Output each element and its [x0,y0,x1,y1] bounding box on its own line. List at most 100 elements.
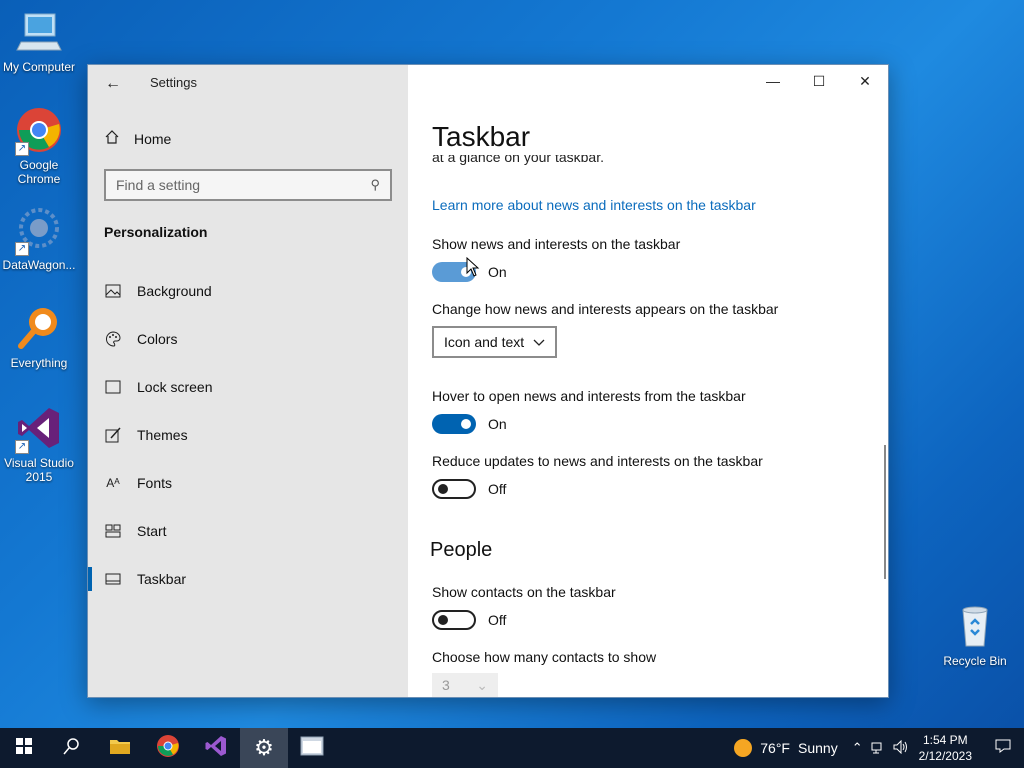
weather-widget[interactable]: 76°F Sunny [734,739,838,757]
taskbar-chrome[interactable] [144,728,192,768]
show-news-label: Show news and interests on the taskbar [432,236,681,252]
sidebar-item-lock-screen[interactable]: Lock screen [88,363,408,411]
contacts-count-label: Choose how many contacts to show [432,649,657,665]
contacts-count-dropdown[interactable]: 3 ⌄ [432,673,498,697]
sidebar-item-fonts[interactable]: Aᴬ Fonts [88,459,408,507]
minimize-button[interactable]: — [750,65,796,97]
folder-icon [109,737,131,760]
contacts-toggle[interactable] [432,610,476,630]
reduce-updates-toggle-row: Off [432,479,506,499]
desktop-icon-label: DataWagon... [2,258,76,272]
sidebar-item-start[interactable]: Start [88,507,408,555]
toggle-state: On [488,416,507,432]
settings-window: ← Settings Home Find a setting ⚲ Persona… [87,64,889,698]
sidebar-item-background[interactable]: Background [88,267,408,315]
sidebar-item-label: Taskbar [137,571,187,587]
shortcut-arrow-icon: ↗ [15,242,29,256]
desktop-icon-google-chrome[interactable]: ↗ Google Chrome [0,106,78,186]
taskbar-file-explorer[interactable] [96,728,144,768]
sun-icon [734,739,753,757]
weather-desc: Sunny [798,740,838,756]
find-setting-input[interactable]: Find a setting ⚲ [104,169,392,201]
everything-search-icon [15,304,63,352]
clock[interactable]: 1:54 PM 2/12/2023 [919,732,972,764]
window-title: Settings [150,75,197,90]
fonts-icon: Aᴬ [106,476,120,490]
notification-button[interactable] [982,739,1024,757]
search-button[interactable] [48,728,96,768]
app-window-icon [300,736,324,761]
background-icon [105,283,121,299]
desktop-icon-visual-studio[interactable]: ↗ Visual Studio 2015 [0,404,78,484]
sidebar-item-label: Background [137,283,212,299]
datawagon-icon: ↗ [15,206,63,256]
desktop-icon-datawagon[interactable]: ↗ DataWagon... [0,206,78,272]
maximize-button[interactable]: ☐ [796,65,842,97]
chevron-up-icon[interactable]: ⌃ [852,740,863,756]
back-arrow-icon: ← [105,75,121,92]
start-button[interactable] [0,728,48,768]
gear-icon: ⚙ [254,735,274,760]
toggle-state: Off [488,612,507,628]
desktop-icon-label: Everything [10,356,68,370]
system-tray: 76°F Sunny ⌃ 1:54 PM 2/12/2023 [734,728,1024,768]
dropdown-value: Icon and text [444,334,525,350]
network-icon[interactable] [871,740,885,757]
sidebar-item-colors[interactable]: Colors [88,315,408,363]
section-heading: Personalization [104,224,208,240]
window-controls: — ☐ ✕ [750,65,888,97]
sidebar-item-label: Themes [137,427,188,443]
sidebar-item-label: Colors [137,331,178,347]
scrollbar[interactable] [884,445,886,579]
contacts-label: Show contacts on the taskbar [432,584,616,600]
learn-more-link[interactable]: Learn more about news and interests on t… [432,197,756,213]
computer-icon [15,8,63,56]
contacts-toggle-row: Off [432,610,506,630]
toggle-state: On [488,264,507,280]
people-heading: People [430,539,493,561]
back-button[interactable]: ← [102,73,124,95]
shortcut-arrow-icon: ↗ [15,142,29,156]
desktop-icon-my-computer[interactable]: My Computer [0,8,78,74]
taskbar-visual-studio[interactable] [192,728,240,768]
search-icon [63,737,81,760]
taskbar: ⚙ 76°F Sunny ⌃ 1:54 PM 2/12/2023 [0,728,1024,768]
visual-studio-icon: ↗ [15,404,63,454]
description-text: at a glance on your taskbar. [432,155,604,165]
notification-icon [995,739,1011,757]
close-button[interactable]: ✕ [842,65,888,97]
recycle-bin-icon [951,602,999,650]
reduce-updates-toggle[interactable] [432,479,476,499]
desktop-icon-recycle-bin[interactable]: Recycle Bin [936,602,1014,668]
home-icon [104,129,120,148]
chrome-icon [156,734,180,763]
desktop-icon-everything[interactable]: Everything [0,304,78,370]
taskbar-app[interactable] [288,728,336,768]
palette-icon [105,331,121,347]
weather-temp: 76°F [760,740,790,756]
start-icon [105,523,121,539]
sidebar-item-label: Lock screen [137,379,213,395]
appearance-label: Change how news and interests appears on… [432,301,779,317]
shortcut-arrow-icon: ↗ [15,440,29,454]
volume-icon[interactable] [893,739,909,757]
hover-toggle-row: On [432,414,507,434]
windows-logo-icon [16,737,32,759]
appearance-dropdown[interactable]: Icon and text [432,326,557,358]
desktop-icon-label: Recycle Bin [943,654,1007,668]
chevron-down-icon: ⌄ [476,676,488,693]
sidebar-item-taskbar[interactable]: Taskbar [88,555,408,603]
home-nav-item[interactable]: Home [104,129,171,148]
search-placeholder: Find a setting [116,177,201,193]
close-icon: ✕ [859,72,871,89]
hover-toggle[interactable] [432,414,476,434]
visual-studio-icon [204,734,228,763]
themes-icon [105,427,121,443]
desktop-icon-label: Google Chrome [17,158,61,186]
toggle-state: Off [488,481,507,497]
minimize-icon: — [766,73,780,89]
taskbar-settings[interactable]: ⚙ [240,728,288,768]
settings-content: — ☐ ✕ Taskbar at a glance on your taskba… [408,65,888,697]
sidebar-item-themes[interactable]: Themes [88,411,408,459]
clock-date: 2/12/2023 [918,749,972,763]
